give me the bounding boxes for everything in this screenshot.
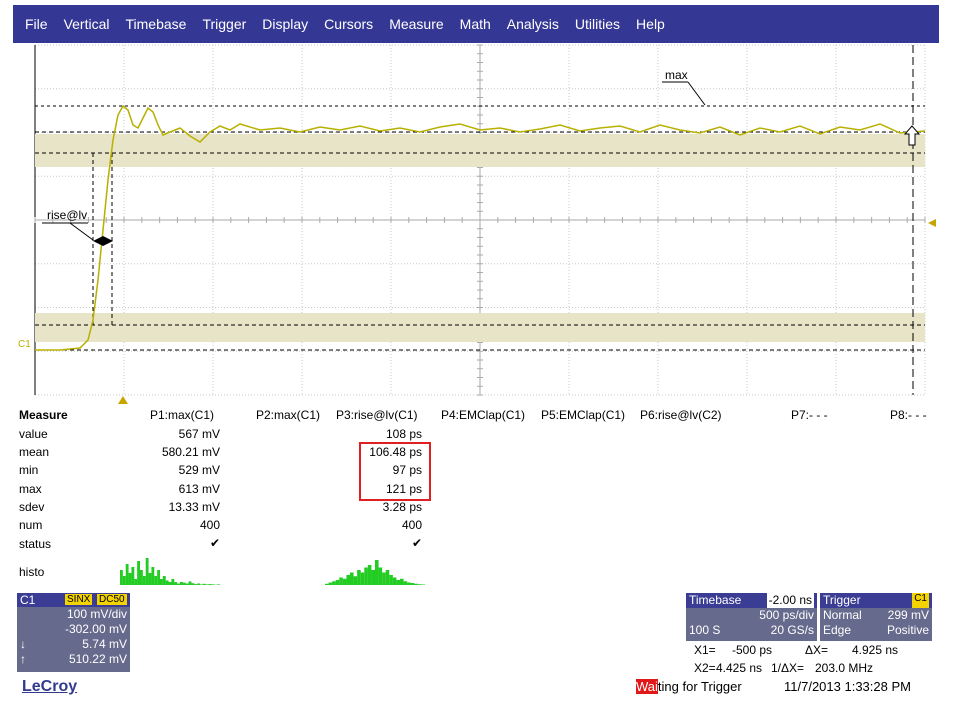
timebase-per-div: 500 ps/div: [759, 608, 814, 622]
param-header[interactable]: P6:rise@lv(C2): [640, 408, 722, 422]
trigger-mode: Normal: [823, 608, 862, 622]
row-label: mean: [19, 445, 50, 459]
x2-value: 4.425 ns: [716, 661, 763, 675]
c1-cursor1-value: 5.74 mV: [82, 637, 127, 651]
upper-threshold-band: [35, 134, 925, 167]
p1-value: 13.33 mV: [168, 500, 220, 514]
c1-label: C1: [20, 593, 36, 607]
p1-status-icon: ✔: [209, 536, 220, 550]
trigger-time-marker[interactable]: [118, 396, 128, 404]
max-annotation-label: max: [665, 68, 688, 82]
param-header[interactable]: P1:max(C1): [150, 408, 214, 422]
c1-cursor2-row: ↑ 510.22 mV: [17, 652, 130, 667]
max-annotation-leader: [687, 81, 706, 106]
p1-value: 613 mV: [178, 482, 220, 496]
highlight-box: [359, 442, 431, 501]
c1-sinx-tag: SINX: [65, 594, 93, 605]
timebase-delay: -2.00 ns: [766, 593, 814, 608]
down-arrow-icon: ↓: [20, 637, 26, 651]
p3-value: 3.28 ps: [382, 500, 422, 514]
row-label: sdev: [19, 500, 45, 514]
trigger-source: C1: [912, 593, 929, 608]
rise-measure-marker: [93, 236, 113, 246]
acquisition-status: Waiting for Trigger: [636, 679, 742, 694]
timebase-rate: 20 GS/s: [770, 623, 814, 637]
c1-cursor1-row: ↓ 5.74 mV: [17, 637, 130, 652]
rise-annotation-leader: [69, 222, 94, 241]
param-header[interactable]: P5:EMClap(C1): [541, 408, 625, 422]
c1-scale: 100 mV/div: [66, 607, 127, 621]
row-label: num: [19, 518, 43, 532]
p3-status-icon: ✔: [411, 536, 422, 550]
status-text: ting for Trigger: [657, 679, 742, 694]
row-label: histo: [19, 565, 45, 579]
param-header[interactable]: P2:max(C1): [256, 408, 320, 422]
timebase-samples: 100 S: [689, 623, 721, 637]
lecroy-logo: LeCroy: [22, 678, 78, 695]
p1-histogram: [120, 558, 220, 585]
up-arrow-icon: ↑: [20, 652, 26, 666]
trigger-slope: Positive: [886, 623, 929, 637]
dx-value: 4.925 ns: [852, 643, 899, 657]
trigger-descriptor[interactable]: Trigger C1 Normal 299 mV Edge Positive: [820, 593, 932, 641]
waveform-display[interactable]: max rise@lv C1: [0, 0, 980, 410]
grid: [34, 44, 926, 396]
p3-value: 400: [401, 518, 422, 532]
param-header[interactable]: P7:- - -: [791, 408, 828, 422]
row-label: value: [19, 427, 48, 441]
status-highlight: Wai: [636, 679, 658, 694]
row-label: status: [19, 537, 52, 551]
param-header[interactable]: P4:EMClap(C1): [441, 408, 525, 422]
rise-annotation-label: rise@lv: [47, 208, 87, 222]
p1-value: 529 mV: [178, 463, 220, 477]
datetime: 11/7/2013 1:33:28 PM: [784, 679, 911, 694]
inv-dx-label: 1/ΔX=: [771, 661, 805, 675]
inv-dx-value: 203.0 MHz: [815, 661, 874, 675]
measure-title: Measure: [19, 408, 68, 422]
c1-dc50-tag: DC50: [97, 594, 127, 605]
trigger-level: 299 mV: [887, 608, 929, 622]
param-header[interactable]: P3:rise@lv(C1): [336, 408, 418, 422]
p1-value: 400: [199, 518, 220, 532]
c1-descriptor[interactable]: C1 SINX DC50 100 mV/div -302.00 mV ↓ 5.7…: [17, 593, 130, 672]
dx-label: ΔX=: [805, 643, 829, 657]
row-label: max: [19, 482, 42, 496]
p3-histogram: [325, 560, 425, 585]
x1-value: -500 ps: [732, 643, 773, 657]
c1-ground-marker[interactable]: C1: [18, 339, 31, 350]
p1-value: 567 mV: [178, 427, 220, 441]
p1-value: 580.21 mV: [161, 445, 220, 459]
trigger-level-marker[interactable]: [928, 219, 936, 227]
x2-label: X2=: [694, 661, 716, 675]
c1-offset: -302.00 mV: [64, 622, 127, 636]
timebase-descriptor[interactable]: Timebase -2.00 ns 500 ps/div 100 S 20 GS…: [686, 593, 817, 641]
trigger-label: Trigger: [823, 593, 861, 607]
row-label: min: [19, 463, 39, 477]
p3-value: 108 ps: [385, 427, 422, 441]
lower-threshold-band: [35, 313, 925, 342]
param-header[interactable]: P8:- - -: [890, 408, 927, 422]
x1-label: X1=: [694, 643, 716, 657]
trigger-type: Edge: [823, 623, 852, 637]
c1-cursor2-value: 510.22 mV: [68, 652, 127, 666]
timebase-label: Timebase: [689, 593, 742, 607]
